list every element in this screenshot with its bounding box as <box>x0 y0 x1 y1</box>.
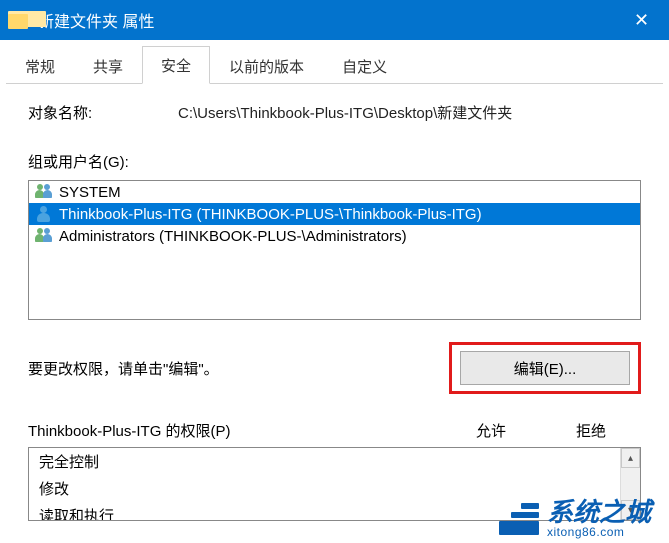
object-name-row: 对象名称: C:\Users\Thinkbook-Plus-ITG\Deskto… <box>28 102 641 123</box>
list-item-label: Administrators (THINKBOOK-PLUS-\Administ… <box>59 228 407 245</box>
permissions-listbox[interactable]: 完全控制 修改 读取和执行 ▴ ▾ <box>28 447 641 521</box>
tab-previous-versions[interactable]: 以前的版本 <box>210 47 323 84</box>
close-button[interactable]: ✕ <box>614 0 669 40</box>
group-icon <box>35 183 53 201</box>
permission-row: 修改 <box>29 475 640 502</box>
user-icon <box>35 205 53 223</box>
scroll-down-button[interactable]: ▾ <box>621 500 640 520</box>
tab-sharing[interactable]: 共享 <box>74 47 142 84</box>
security-pane: 对象名称: C:\Users\Thinkbook-Plus-ITG\Deskto… <box>0 84 669 521</box>
permission-name: 完全控制 <box>39 451 630 472</box>
tab-customize[interactable]: 自定义 <box>323 47 406 84</box>
permissions-header: Thinkbook-Plus-ITG 的权限(P) 允许 拒绝 <box>28 420 641 441</box>
edit-hint: 要更改权限，请单击"编辑"。 <box>28 358 219 379</box>
edit-row: 要更改权限，请单击"编辑"。 编辑(E)... <box>28 342 641 394</box>
list-item[interactable]: Administrators (THINKBOOK-PLUS-\Administ… <box>29 225 640 247</box>
permission-row: 完全控制 <box>29 448 640 475</box>
scrollbar[interactable]: ▴ ▾ <box>620 448 640 520</box>
list-item-label: Thinkbook-Plus-ITG (THINKBOOK-PLUS-\Thin… <box>59 206 482 223</box>
dialog-content: 常规 共享 安全 以前的版本 自定义 对象名称: C:\Users\Thinkb… <box>0 46 669 521</box>
permission-name: 读取和执行 <box>39 505 630 521</box>
groups-label: 组或用户名(G): <box>28 151 641 172</box>
scroll-up-button[interactable]: ▴ <box>621 448 640 468</box>
permission-name: 修改 <box>39 478 630 499</box>
tab-strip: 常规 共享 安全 以前的版本 自定义 <box>6 46 663 84</box>
group-icon <box>35 227 53 245</box>
list-item[interactable]: SYSTEM <box>29 181 640 203</box>
list-item-label: SYSTEM <box>59 184 121 201</box>
edit-button-highlight: 编辑(E)... <box>449 342 641 394</box>
object-name-label: 对象名称: <box>28 102 178 123</box>
permission-row: 读取和执行 <box>29 502 640 521</box>
tab-general[interactable]: 常规 <box>6 47 74 84</box>
edit-button[interactable]: 编辑(E)... <box>460 351 630 385</box>
close-icon: ✕ <box>634 10 649 31</box>
window-title: 新建文件夹 属性 <box>38 8 614 32</box>
folder-icon <box>8 11 28 29</box>
watermark-text-en: xitong86.com <box>547 525 651 539</box>
list-item[interactable]: Thinkbook-Plus-ITG (THINKBOOK-PLUS-\Thin… <box>29 203 640 225</box>
object-name-value: C:\Users\Thinkbook-Plus-ITG\Desktop\新建文件… <box>178 102 512 123</box>
principals-listbox[interactable]: SYSTEM Thinkbook-Plus-ITG (THINKBOOK-PLU… <box>28 180 641 320</box>
tab-security[interactable]: 安全 <box>142 46 210 84</box>
permissions-label: Thinkbook-Plus-ITG 的权限(P) <box>28 420 441 441</box>
titlebar: 新建文件夹 属性 ✕ <box>0 0 669 40</box>
column-deny: 拒绝 <box>541 420 641 441</box>
column-allow: 允许 <box>441 420 541 441</box>
